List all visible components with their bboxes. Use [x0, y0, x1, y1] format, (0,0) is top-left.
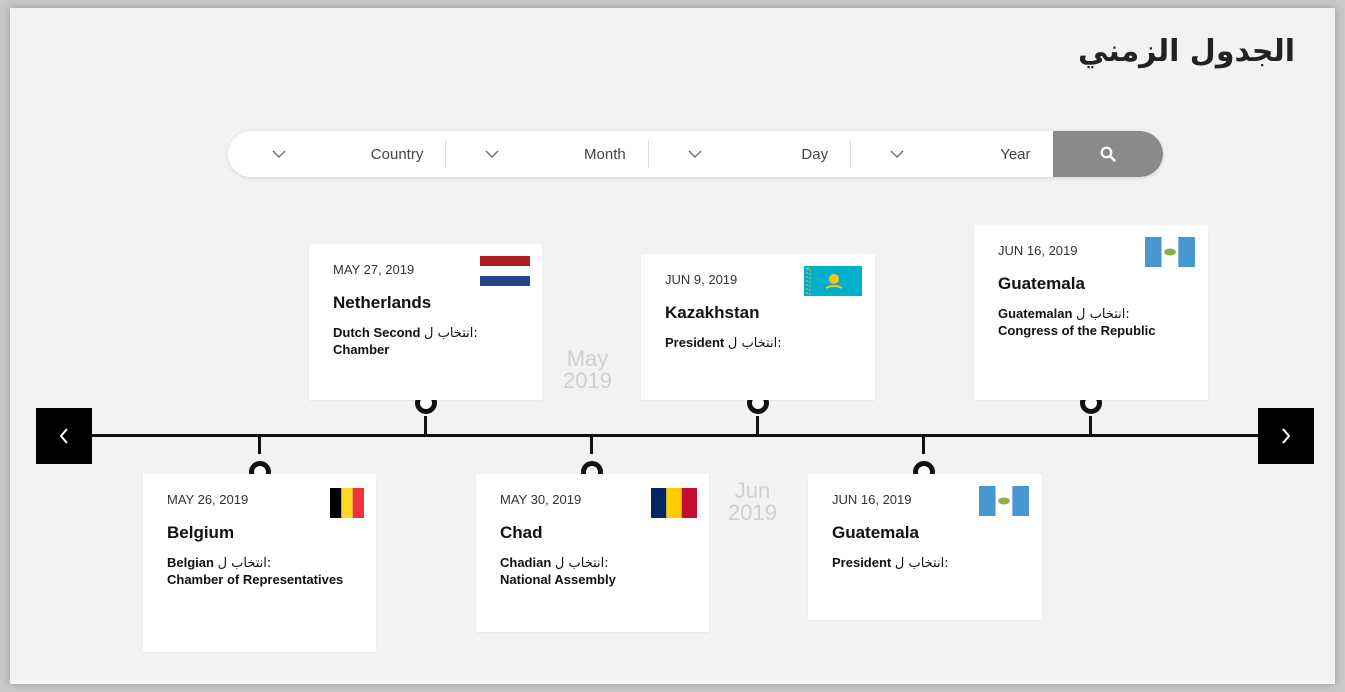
timeline-tick — [756, 416, 759, 435]
election-prefix: انتخاب ل: — [554, 556, 609, 571]
event-card[interactable]: JUN 16, 2019 Guatemala Guatemalan انتخاب… — [974, 225, 1208, 400]
event-country: Kazakhstan — [665, 303, 760, 322]
event-description: Chadian انتخاب ل: National Assembly — [500, 555, 685, 588]
election-type: Chadian — [500, 555, 552, 570]
month-filter[interactable]: Month — [445, 131, 647, 177]
event-card[interactable]: JUN 16, 2019 Guatemala President انتخاب … — [808, 474, 1042, 620]
election-type-rest: National Assembly — [500, 572, 616, 587]
chad-flag-icon — [651, 488, 697, 518]
timeline-axis — [44, 434, 1264, 437]
event-country: Guatemala — [832, 523, 919, 542]
timeline-tick — [424, 416, 427, 435]
search-button[interactable] — [1052, 131, 1163, 177]
election-type-rest: Chamber — [333, 342, 390, 357]
election-prefix: انتخاب ل: — [894, 556, 949, 571]
election-type: President — [832, 555, 892, 570]
timeline-panel: الجدول الزمني Country Month Day Year May — [10, 8, 1335, 684]
next-button[interactable] — [1258, 408, 1314, 464]
event-card[interactable]: MAY 26, 2019 Belgium Belgian انتخاب ل: C… — [143, 474, 376, 652]
kazakhstan-flag-icon — [804, 266, 862, 296]
filter-bar: Country Month Day Year — [228, 131, 1163, 177]
month-name: May — [566, 346, 609, 371]
election-prefix: انتخاب ل: — [727, 336, 782, 351]
chevron-down-icon — [688, 150, 702, 158]
election-prefix: انتخاب ل: — [217, 556, 272, 571]
election-type: Dutch Second — [333, 325, 421, 340]
event-description: President انتخاب ل: — [832, 555, 1018, 572]
timeline-tick — [1089, 416, 1092, 435]
election-prefix: انتخاب ل: — [1076, 307, 1130, 322]
election-type-rest: Congress of the Republic — [998, 323, 1156, 338]
chevron-down-icon — [485, 150, 499, 158]
month-year: 2019 — [563, 368, 612, 393]
month-filter-label: Month — [584, 145, 626, 163]
election-type: President — [665, 335, 725, 350]
timeline-tick — [258, 436, 261, 454]
year-filter[interactable]: Year — [850, 131, 1052, 177]
month-label-may: May 2019 — [563, 348, 612, 392]
page-title: الجدول الزمني — [1077, 34, 1295, 69]
chevron-down-icon — [272, 150, 286, 158]
event-date: MAY 26, 2019 — [167, 492, 249, 507]
event-description: Belgian انتخاب ل: Chamber of Representat… — [167, 555, 352, 588]
event-description: President انتخاب ل: — [665, 335, 851, 352]
day-filter-label: Day — [801, 145, 829, 163]
event-country: Netherlands — [333, 293, 432, 312]
election-type: Belgian — [167, 555, 214, 570]
election-type-rest: Chamber of Representatives — [167, 572, 344, 587]
month-year: 2019 — [728, 500, 777, 525]
event-country: Belgium — [167, 523, 235, 542]
event-card[interactable]: MAY 30, 2019 Chad Chadian انتخاب ل: Nati… — [476, 474, 709, 632]
event-description: Guatemalan انتخاب ل: Congress of the Rep… — [998, 306, 1184, 339]
year-filter-label: Year — [1000, 145, 1031, 163]
country-filter-label: Country — [370, 145, 424, 163]
election-prefix: انتخاب ل: — [424, 326, 478, 341]
event-country: Guatemala — [998, 274, 1085, 293]
chevron-right-icon — [1282, 428, 1291, 444]
guatemala-flag-icon — [979, 486, 1029, 516]
search-icon — [1100, 146, 1116, 162]
month-name: Jun — [734, 478, 771, 503]
election-type: Guatemalan — [998, 306, 1073, 321]
timeline-tick — [590, 436, 593, 454]
chevron-left-icon — [59, 428, 68, 444]
day-filter[interactable]: Day — [647, 131, 850, 177]
event-description: Dutch Second انتخاب ل: Chamber — [333, 325, 518, 358]
belgium-flag-icon — [330, 488, 364, 518]
prev-button[interactable] — [36, 408, 92, 464]
chevron-down-icon — [890, 150, 904, 158]
event-country: Chad — [500, 523, 543, 542]
guatemala-flag-icon — [1145, 237, 1195, 267]
event-card[interactable]: MAY 27, 2019 Netherlands Dutch Second ان… — [309, 244, 542, 400]
netherlands-flag-icon — [480, 256, 530, 286]
month-label-jun: Jun 2019 — [728, 480, 777, 524]
event-card[interactable]: JUN 9, 2019 Kazakhstan President انتخاب … — [641, 254, 875, 400]
country-filter[interactable]: Country — [228, 131, 445, 177]
timeline-tick — [922, 436, 925, 454]
